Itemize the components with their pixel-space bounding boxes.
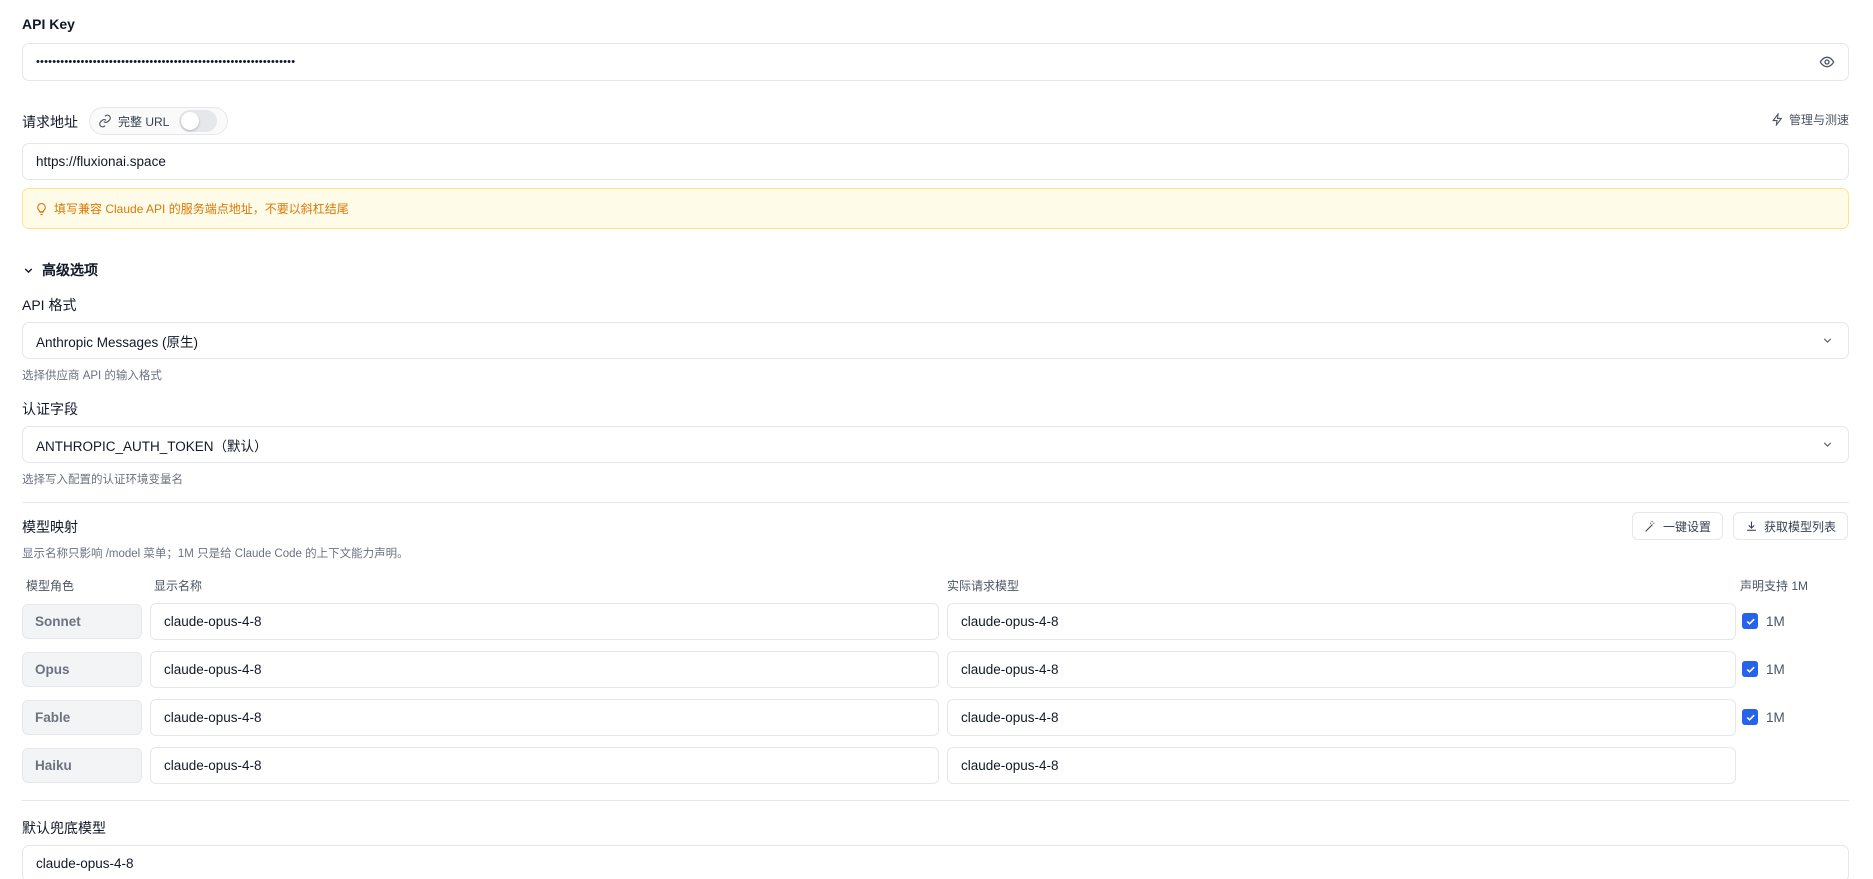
endpoint-tip: 填写兼容 Claude API 的服务端点地址，不要以斜杠结尾 [22,188,1849,229]
declare-1m-checkbox-sonnet[interactable]: 1M [1742,613,1785,629]
api-key-field[interactable]: ••••••••••••••••••••••••••••••••••••••••… [22,43,1849,81]
endpoint-value[interactable]: https://fluxionai.space [36,154,1835,169]
actual-model-input-haiku[interactable]: claude-opus-4-8 [947,747,1736,784]
checkmark-icon[interactable] [1742,709,1758,725]
role-sonnet: Sonnet [22,604,142,639]
chevron-down-icon [1819,437,1835,453]
auth-field-value: ANTHROPIC_AUTH_TOKEN（默认） [36,438,268,454]
chevron-down-icon [22,264,35,277]
display-name-input-opus[interactable]: claude-opus-4-8 [150,651,939,688]
fallback-model-input[interactable]: claude-opus-4-8 [22,845,1849,879]
actual-model-input-fable[interactable]: claude-opus-4-8 [947,699,1736,736]
column-header-role: 模型角色 [26,579,75,593]
display-name-input-sonnet[interactable]: claude-opus-4-8 [150,603,939,640]
fetch-model-list-button[interactable]: 获取模型列表 [1733,512,1849,540]
declare-1m-checkbox-fable[interactable]: 1M [1742,709,1785,725]
api-key-label: API Key [22,16,75,32]
link-icon [98,114,112,128]
actual-model-input-sonnet[interactable]: claude-opus-4-8 [947,603,1736,640]
display-name-input-fable[interactable]: claude-opus-4-8 [150,699,939,736]
declare-1m-label: 1M [1766,661,1785,677]
declare-1m-label: 1M [1766,709,1785,725]
column-header-display-name: 显示名称 [154,579,203,593]
advanced-options-title: 高级选项 [42,262,98,278]
actual-model-input-opus[interactable]: claude-opus-4-8 [947,651,1736,688]
auth-field-label: 认证字段 [22,401,78,417]
one-click-setup-label: 一键设置 [1663,519,1712,534]
endpoint-label: 请求地址 [22,114,78,130]
fallback-model-label: 默认兜底模型 [22,820,106,836]
model-mapping-title: 模型映射 [22,519,78,535]
eye-icon[interactable] [1819,54,1835,70]
api-key-value[interactable]: ••••••••••••••••••••••••••••••••••••••••… [36,56,1819,68]
fetch-model-list-label: 获取模型列表 [1764,519,1837,534]
column-header-declare-1m: 声明支持 1M [1740,579,1809,593]
divider [22,800,1849,801]
chevron-down-icon [1819,333,1835,349]
divider [22,502,1849,503]
auth-field-hint: 选择写入配置的认证环境变量名 [22,474,183,486]
checkmark-icon[interactable] [1742,613,1758,629]
magic-wand-icon [1644,520,1657,533]
lightning-icon [1771,113,1784,126]
endpoint-tip-text: 填写兼容 Claude API 的服务端点地址，不要以斜杠结尾 [54,202,349,216]
api-format-label: API 格式 [22,297,77,313]
api-format-hint: 选择供应商 API 的输入格式 [22,370,162,382]
role-haiku: Haiku [22,748,142,783]
auth-field-select[interactable]: ANTHROPIC_AUTH_TOKEN（默认） [22,426,1849,463]
column-header-actual-model: 实际请求模型 [947,579,1020,593]
declare-1m-label: 1M [1766,613,1785,629]
full-url-label: 完整 URL [118,114,170,129]
fallback-model-value[interactable]: claude-opus-4-8 [36,856,1835,871]
full-url-toggle[interactable]: 完整 URL [89,107,228,135]
endpoint-input[interactable]: https://fluxionai.space [22,143,1849,180]
one-click-setup-button[interactable]: 一键设置 [1632,512,1724,540]
role-opus: Opus [22,652,142,687]
declare-1m-checkbox-opus[interactable]: 1M [1742,661,1785,677]
manage-speedtest-label: 管理与测速 [1788,113,1849,127]
advanced-options-toggle[interactable]: 高级选项 [22,260,98,280]
lightbulb-icon [35,202,48,216]
api-format-value: Anthropic Messages (原生) [36,334,199,350]
api-format-select[interactable]: Anthropic Messages (原生) [22,322,1849,359]
role-fable: Fable [22,700,142,735]
checkmark-icon[interactable] [1742,661,1758,677]
full-url-switch[interactable] [179,110,218,132]
download-icon [1745,520,1758,533]
model-mapping-hint: 显示名称只影响 /model 菜单；1M 只是给 Claude Code 的上下… [22,548,409,560]
manage-speedtest-link[interactable]: 管理与测速 [1771,111,1849,128]
display-name-input-haiku[interactable]: claude-opus-4-8 [150,747,939,784]
